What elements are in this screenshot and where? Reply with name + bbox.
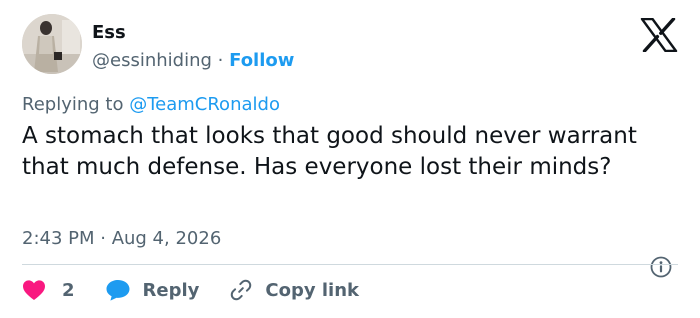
info-icon[interactable] xyxy=(650,256,672,278)
like-button[interactable]: 2 xyxy=(22,279,75,301)
reply-mention-link[interactable]: @TeamCRonaldo xyxy=(129,94,280,115)
avatar[interactable] xyxy=(22,14,82,74)
author-name[interactable]: Ess xyxy=(92,22,126,43)
x-logo-icon[interactable] xyxy=(640,17,678,53)
like-count: 2 xyxy=(62,279,75,301)
reply-context: Replying to @TeamCRonaldo xyxy=(22,94,280,115)
link-icon xyxy=(229,278,253,302)
tweet-timestamp[interactable]: 2:43 PM · Aug 4, 2026 xyxy=(22,228,221,249)
divider xyxy=(22,264,678,265)
action-bar: 2 Reply Copy link xyxy=(22,278,359,302)
author-handle-row: @essinhiding · Follow xyxy=(92,50,294,71)
heart-icon xyxy=(22,279,46,301)
handle-separator: · xyxy=(217,50,224,71)
reply-button[interactable]: Reply xyxy=(105,278,200,302)
speech-bubble-icon xyxy=(105,278,131,302)
tweet-text: A stomach that looks that good should ne… xyxy=(22,123,637,180)
reply-label: Reply xyxy=(142,279,200,301)
author-handle[interactable]: @essinhiding xyxy=(92,50,212,71)
copy-link-label: Copy link xyxy=(265,279,359,301)
reply-context-prefix: Replying to xyxy=(22,94,124,115)
follow-button[interactable]: Follow xyxy=(229,50,294,71)
copy-link-button[interactable]: Copy link xyxy=(229,278,359,302)
